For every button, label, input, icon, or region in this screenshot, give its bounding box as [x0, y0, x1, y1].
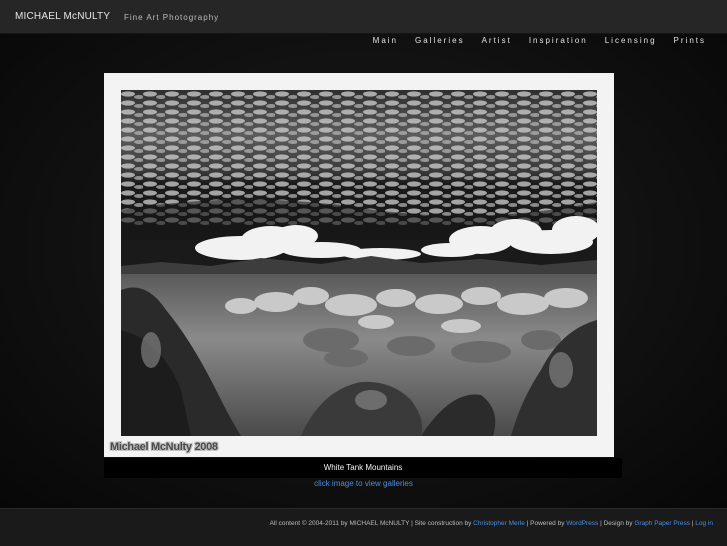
- main-nav: Main Galleries Artist Inspiration Licens…: [373, 36, 706, 45]
- photo-caption: White Tank Mountains: [104, 458, 622, 478]
- graph-paper-press-link[interactable]: Graph Paper Press: [634, 520, 690, 527]
- footer-credits: All content © 2004-2011 by MICHAEL McNUL…: [270, 520, 713, 527]
- footer-separator: | Powered by: [524, 520, 567, 527]
- photo-watermark: Michael McNulty 2008: [110, 441, 218, 453]
- photo-caption-text: White Tank Mountains: [323, 463, 403, 472]
- login-link[interactable]: Log in: [695, 520, 713, 527]
- featured-photo-frame[interactable]: [104, 73, 614, 457]
- view-galleries-link[interactable]: click image to view galleries: [0, 479, 727, 488]
- featured-photo[interactable]: [121, 90, 597, 436]
- nav-item-artist[interactable]: Artist: [482, 36, 512, 45]
- site-title[interactable]: MICHAEL McNULTY: [15, 11, 110, 22]
- nav-item-main[interactable]: Main: [373, 36, 398, 45]
- footer-separator: | Design by: [598, 520, 635, 527]
- site-construction-link[interactable]: Christopher Merle: [473, 520, 525, 527]
- nav-item-prints[interactable]: Prints: [674, 36, 706, 45]
- nav-item-galleries[interactable]: Galleries: [415, 36, 465, 45]
- header-bar: MICHAEL McNULTY Fine Art Photography: [0, 0, 727, 34]
- site-tagline: Fine Art Photography: [124, 13, 220, 22]
- wordpress-link[interactable]: WordPress: [566, 520, 598, 527]
- footer: All content © 2004-2011 by MICHAEL McNUL…: [0, 508, 727, 546]
- nav-item-inspiration[interactable]: Inspiration: [529, 36, 588, 45]
- footer-copyright: All content © 2004-2011 by MICHAEL McNUL…: [269, 520, 410, 527]
- nav-item-licensing[interactable]: Licensing: [605, 36, 657, 45]
- footer-separator: | Site construction by: [409, 520, 474, 527]
